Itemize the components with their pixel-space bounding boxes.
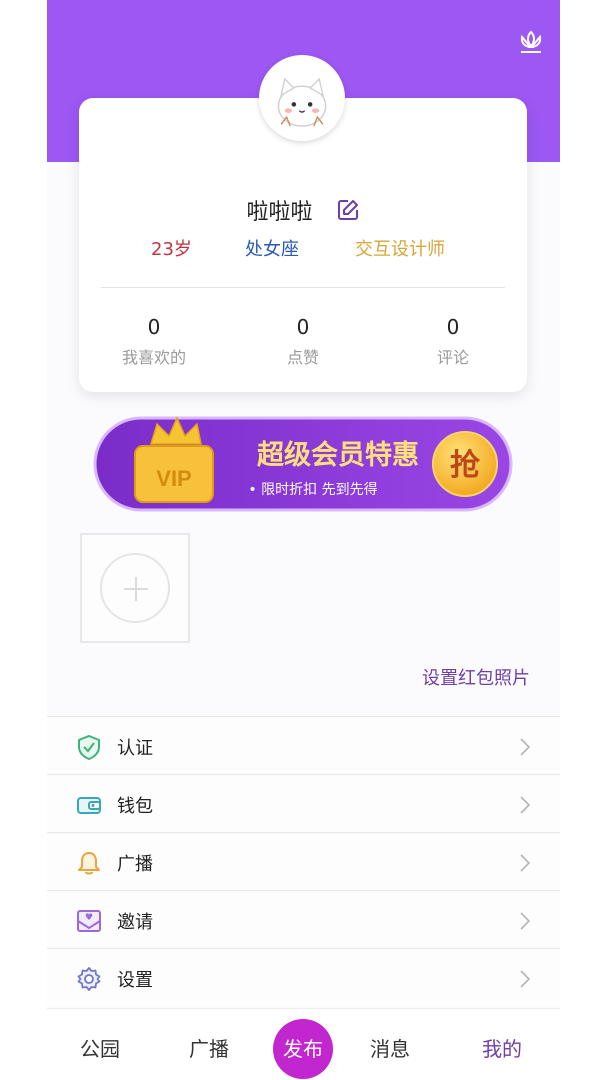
edit-icon[interactable]: [336, 198, 360, 222]
card-divider: [101, 287, 505, 288]
menu-item-settings[interactable]: 设置: [47, 948, 560, 1006]
stat-comments-count: 0: [446, 315, 460, 339]
tab-messages[interactable]: 消息: [370, 1033, 410, 1062]
vip-promo-banner[interactable]: VIP 超级会员特惠 • 限时折扣 先到先得 抢: [93, 410, 513, 514]
stat-likes[interactable]: 0 点赞: [248, 314, 358, 368]
vip-subtitle: • 限时折扣 先到先得: [248, 481, 377, 498]
stat-comments[interactable]: 0 评论: [398, 314, 508, 368]
wallet-icon: [77, 797, 101, 814]
settings-menu: 认证 钱包 广播 邀请 设置: [47, 716, 560, 1006]
cat-avatar-image: [263, 59, 341, 137]
stat-liked[interactable]: 0 我喜欢的: [99, 314, 209, 368]
stat-comments-label: 评论: [436, 348, 469, 367]
vip-title: 超级会员特惠: [257, 439, 419, 471]
lotus-icon[interactable]: [516, 28, 546, 58]
menu-item-wallet[interactable]: 钱包: [47, 774, 560, 832]
invite-mail-icon: [77, 910, 101, 932]
tab-mine[interactable]: 我的: [482, 1033, 522, 1062]
menu-item-broadcast[interactable]: 广播: [47, 832, 560, 890]
tab-broadcast[interactable]: 广播: [189, 1033, 229, 1062]
menu-item-invite[interactable]: 邀请: [47, 890, 560, 948]
menu-item-label: 广播: [117, 854, 153, 875]
chevron-right-icon: [520, 970, 530, 988]
menu-item-label: 钱包: [117, 796, 153, 817]
bell-icon: [78, 852, 100, 875]
add-photo-slot[interactable]: [80, 533, 190, 643]
menu-item-label: 认证: [117, 738, 153, 759]
chevron-right-icon: [520, 912, 530, 930]
bottom-tab-bar: 公园 广播 发布 消息 我的: [47, 1008, 560, 1080]
menu-item-label: 设置: [117, 970, 153, 991]
grab-label: 抢: [450, 448, 481, 483]
gear-icon: [77, 967, 101, 991]
chevron-right-icon: [520, 796, 530, 814]
profile-card: 啦啦啦 23岁 处女座 交互设计师 0 我喜欢的 0 点赞 0 评论: [79, 98, 527, 392]
stat-likes-count: 0: [296, 315, 310, 339]
set-red-packet-photo-link[interactable]: 设置红包照片: [422, 664, 530, 690]
shield-check-icon: [78, 734, 100, 761]
zodiac-tag: 处女座: [245, 239, 299, 260]
plus-icon: [100, 553, 170, 623]
stat-liked-count: 0: [147, 315, 161, 339]
username: 啦啦啦: [246, 200, 313, 225]
publish-button[interactable]: 发布: [273, 1019, 333, 1079]
vip-badge-text: VIP: [156, 466, 191, 491]
occupation-tag: 交互设计师: [355, 239, 445, 260]
stat-likes-label: 点赞: [286, 348, 319, 367]
app-screen: 啦啦啦 23岁 处女座 交互设计师 0 我喜欢的 0 点赞 0 评论 VIP 超…: [47, 0, 560, 1080]
chevron-right-icon: [520, 854, 530, 872]
stat-liked-label: 我喜欢的: [121, 348, 186, 367]
menu-item-verify[interactable]: 认证: [47, 716, 560, 774]
chevron-right-icon: [520, 738, 530, 756]
age-tag: 23岁: [151, 239, 192, 260]
menu-item-label: 邀请: [117, 912, 153, 933]
avatar[interactable]: [259, 55, 345, 141]
tab-park[interactable]: 公园: [80, 1033, 120, 1062]
